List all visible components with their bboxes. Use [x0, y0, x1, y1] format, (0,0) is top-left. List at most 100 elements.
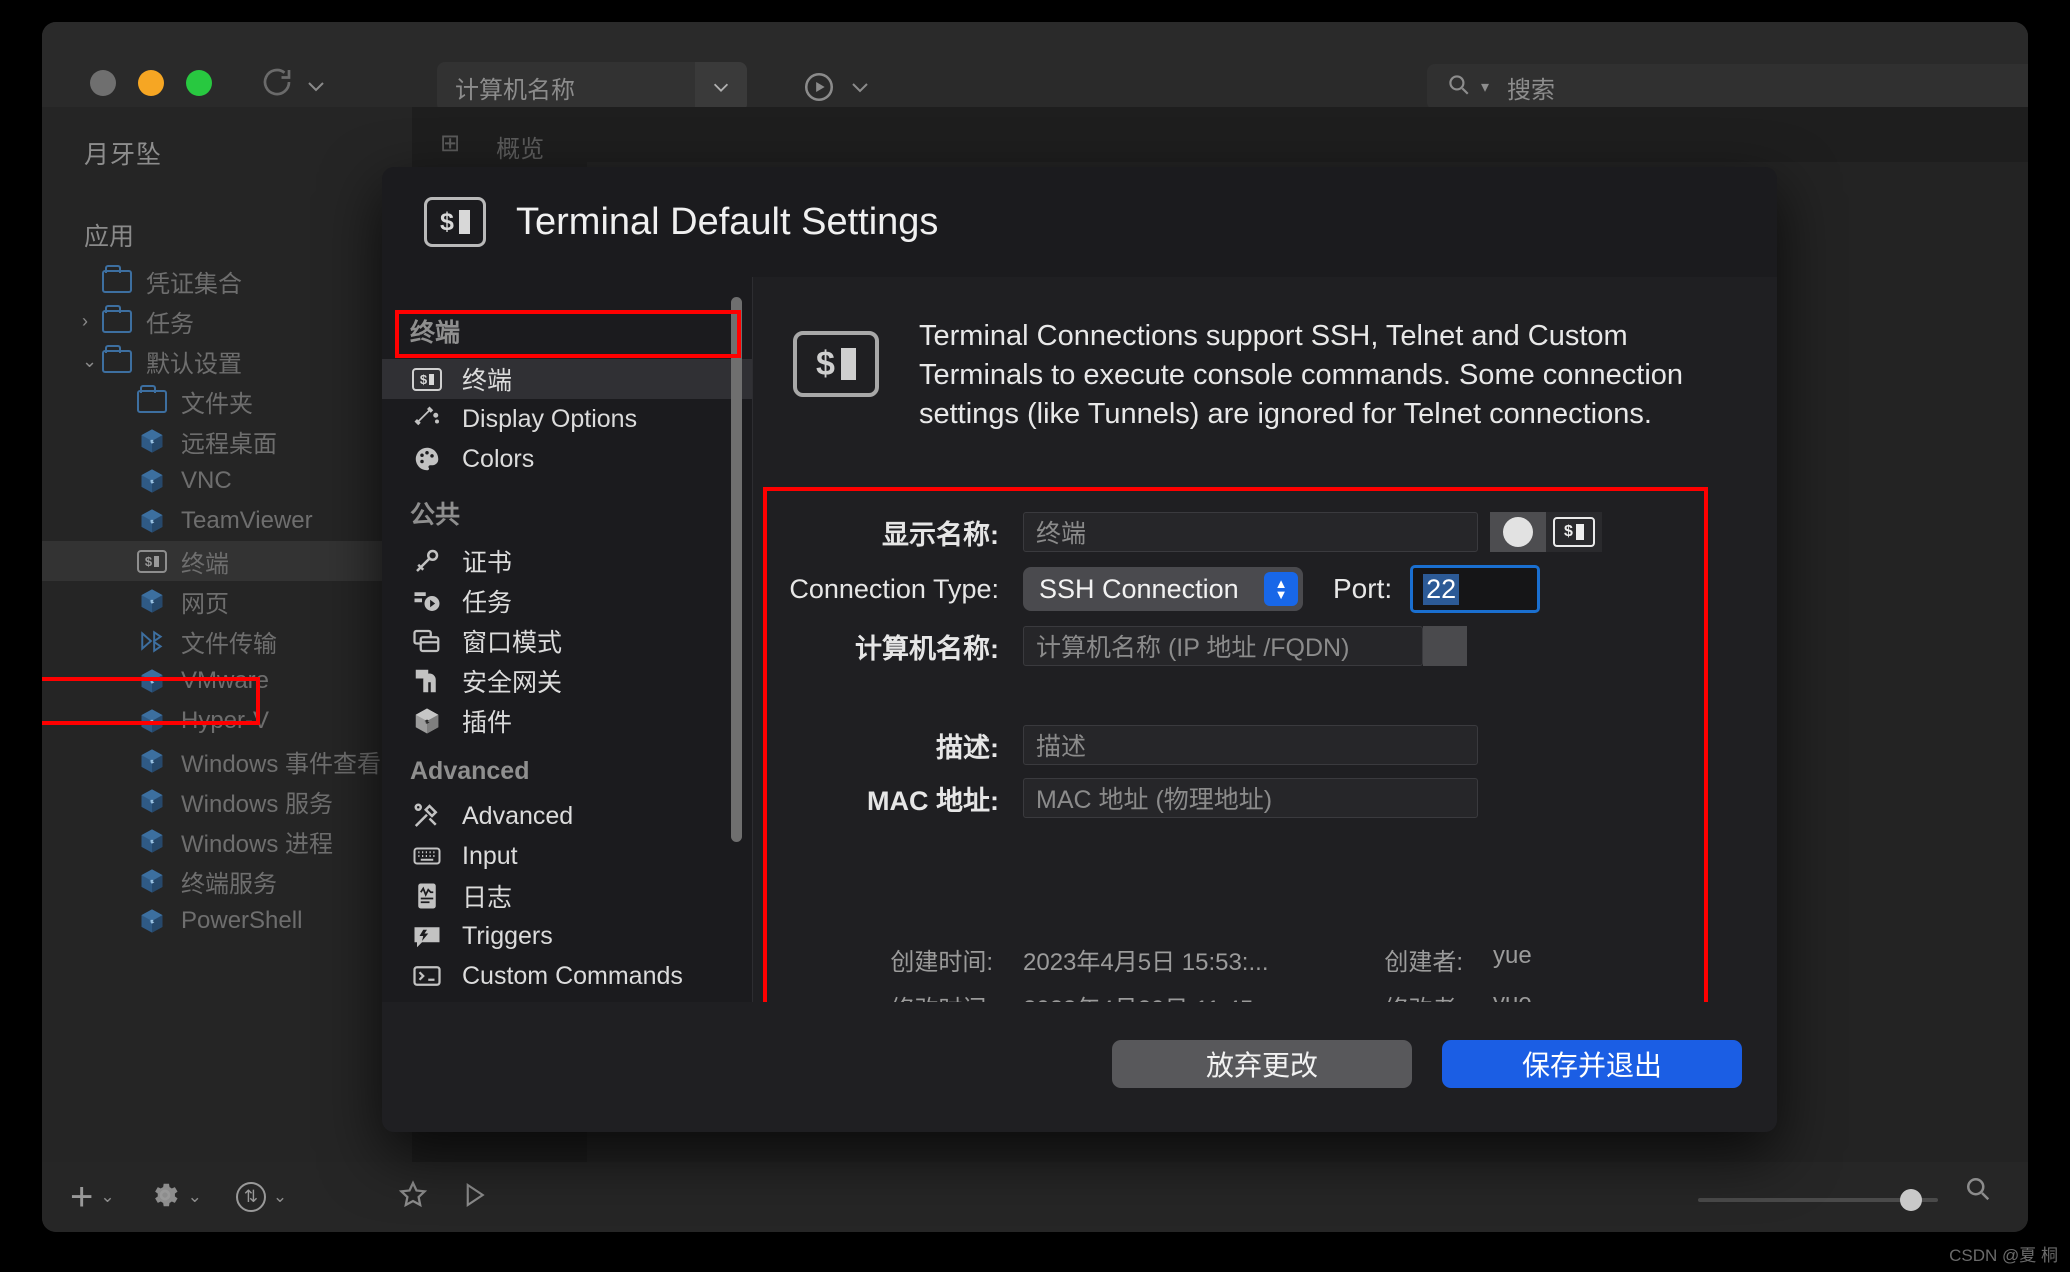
save-and-exit-button[interactable]: 保存并退出 [1442, 1040, 1742, 1088]
play-caret-icon[interactable] [848, 75, 872, 104]
display-name-placeholder: 终端 [1036, 514, 1086, 550]
sidebar-item-2[interactable]: ⌄默认设置 [42, 341, 412, 381]
chevron-down-icon[interactable]: ⌄ [82, 351, 97, 372]
cube-icon [137, 428, 167, 454]
nav-item-plugin-cube[interactable]: 插件 [382, 701, 752, 741]
magnifier-icon[interactable] [1962, 1173, 1992, 1210]
sidebar-item-label: 终端服务 [181, 864, 277, 899]
computer-name-combo-arrow-icon[interactable] [695, 62, 747, 112]
sidebar-item-3[interactable]: 文件夹 [42, 381, 412, 421]
play-icon[interactable] [802, 70, 836, 109]
close-window-button[interactable] [90, 70, 116, 96]
add-caret-icon[interactable]: ⌄ [100, 1187, 114, 1207]
sidebar-item-5[interactable]: VNC [42, 461, 412, 501]
sidebar-item-0[interactable]: 凭证集合 [42, 261, 412, 301]
sidebar-item-15[interactable]: 终端服务 [42, 861, 412, 901]
nav-item-terminal[interactable]: $终端 [382, 359, 752, 399]
nav-scrollbar[interactable] [731, 297, 742, 842]
nav-item-label: Advanced [462, 802, 573, 831]
description-input[interactable]: 描述 [1023, 725, 1478, 765]
sidebar-item-12[interactable]: Windows 事件查看 [42, 741, 412, 781]
display-options-icon [410, 404, 444, 434]
secure-gateway-icon [410, 666, 444, 696]
maximize-window-button[interactable] [186, 70, 212, 96]
nav-item-command-prompt[interactable]: Custom Commands [382, 956, 752, 996]
chevron-right-icon[interactable]: › [82, 311, 88, 332]
sidebar-item-label: TeamViewer [181, 507, 313, 535]
sidebar-item-label: 远程桌面 [181, 424, 277, 459]
add-button[interactable]: + ⌄ [70, 1177, 115, 1217]
nav-item-label: 安全网关 [462, 663, 562, 699]
sort-caret-icon[interactable]: ⌄ [273, 1187, 287, 1207]
sidebar-item-14[interactable]: Windows 进程 [42, 821, 412, 861]
port-input[interactable]: 22 [1410, 565, 1540, 613]
sort-arrows-icon[interactable]: ⇅ [236, 1182, 266, 1212]
sidebar-item-label: Windows 服务 [181, 784, 333, 819]
display-name-input[interactable]: 终端 [1023, 512, 1478, 552]
computer-name-input[interactable]: 计算机名称 (IP 地址 /FQDN) [1023, 626, 1423, 666]
nav-item-keyboard[interactable]: Input [382, 836, 752, 876]
zoom-slider[interactable] [1698, 1198, 1938, 1202]
nav-item-task[interactable]: 任务 [382, 581, 752, 621]
plus-icon[interactable]: + [70, 1177, 93, 1217]
sidebar-item-6[interactable]: TeamViewer [42, 501, 412, 541]
sidebar-item-13[interactable]: Windows 服务 [42, 781, 412, 821]
terminal-icon: $ [410, 364, 444, 394]
nav-item-display-options[interactable]: Display Options [382, 399, 752, 439]
settings-caret-icon[interactable]: ⌄ [188, 1187, 202, 1207]
mac-address-input[interactable]: MAC 地址 (物理地址) [1023, 778, 1478, 818]
gear-icon[interactable] [149, 1179, 181, 1216]
nav-item-label: 插件 [462, 703, 512, 739]
dialog-title: Terminal Default Settings [516, 201, 938, 244]
icon-picker-button[interactable] [1490, 512, 1546, 552]
command-prompt-icon [410, 961, 444, 991]
description-text: Terminal Connections support SSH, Telnet… [919, 317, 1729, 434]
nav-item-log[interactable]: 日志 [382, 876, 752, 916]
sidebar-item-9[interactable]: 文件传输 [42, 621, 412, 661]
sort-button[interactable]: ⇅ ⌄ [236, 1182, 287, 1212]
nav-item-triggers[interactable]: Triggers [382, 916, 752, 956]
chevron-updown-icon[interactable]: ▲ ▼ [1264, 572, 1298, 606]
created-value: 2023年4月5日 15:53:... [1023, 942, 1293, 977]
triggers-icon [410, 921, 444, 951]
nav-item-palette[interactable]: Colors [382, 439, 752, 479]
settings-button[interactable]: ⌄ [149, 1179, 202, 1216]
computer-name-row: 计算机名称: 计算机名称 (IP 地址 /FQDN) [783, 626, 1761, 666]
search-input[interactable]: ▾ 搜索 [1427, 64, 2028, 110]
sidebar-item-10[interactable]: VMware [42, 661, 412, 701]
nav-item-window-mode[interactable]: 窗口模式 [382, 621, 752, 661]
run-button[interactable] [459, 1180, 489, 1215]
reconnect-caret-icon[interactable] [304, 74, 328, 104]
sidebar: 月牙坠 应用 凭证集合›任务⌄默认设置文件夹远程桌面VNCTeamViewer$… [42, 107, 412, 1162]
play-triangle-icon[interactable] [459, 1180, 489, 1215]
nav-item-secure-gateway[interactable]: 安全网关 [382, 661, 752, 701]
window-titlebar: 计算机名称 [42, 22, 2028, 107]
sidebar-item-16[interactable]: PowerShell [42, 901, 412, 941]
star-icon[interactable] [397, 1179, 429, 1216]
run-controls[interactable] [802, 70, 872, 109]
sidebar-item-label: VNC [181, 467, 232, 495]
sidebar-item-1[interactable]: ›任务 [42, 301, 412, 341]
terminal-icon-button[interactable]: $ [1546, 512, 1602, 552]
creator-value: yue [1493, 942, 1532, 977]
content-tabs: ⊞ 概览 [412, 107, 2028, 164]
created-label: 创建时间: [783, 942, 1023, 977]
minimize-window-button[interactable] [138, 70, 164, 96]
computer-name-combo[interactable]: 计算机名称 [437, 62, 747, 112]
reconnect-icon[interactable] [259, 64, 295, 100]
sidebar-item-4[interactable]: 远程桌面 [42, 421, 412, 461]
window-mode-icon [410, 626, 444, 656]
sidebar-item-7[interactable]: $终端 [42, 541, 412, 581]
nav-item-key[interactable]: 证书 [382, 541, 752, 581]
connection-type-select[interactable]: SSH Connection ▲ ▼ [1023, 567, 1303, 611]
sidebar-item-8[interactable]: 网页 [42, 581, 412, 621]
main-application-window: 计算机名称 [42, 22, 2028, 1232]
sidebar-item-11[interactable]: Hyper-V [42, 701, 412, 741]
discard-changes-button[interactable]: 放弃更改 [1112, 1040, 1412, 1088]
zoom-slider-handle[interactable] [1900, 1189, 1922, 1211]
search-caret-icon[interactable]: ▾ [1481, 77, 1489, 97]
computer-name-browse-button[interactable] [1423, 626, 1467, 666]
favorite-button[interactable] [397, 1179, 429, 1216]
nav-item-tools[interactable]: Advanced [382, 796, 752, 836]
computer-name-combo-value: 计算机名称 [455, 70, 575, 105]
